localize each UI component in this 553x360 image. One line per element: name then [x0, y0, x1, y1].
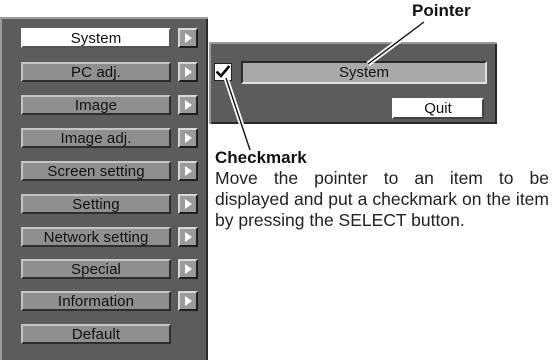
checkmark-callout-title: Checkmark	[215, 148, 307, 167]
checkmark-callout-line-inner	[225, 77, 251, 151]
checkmark-description: Move the pointer to an item to be displa…	[215, 168, 549, 230]
pointer-callout-line-inner	[367, 21, 425, 65]
